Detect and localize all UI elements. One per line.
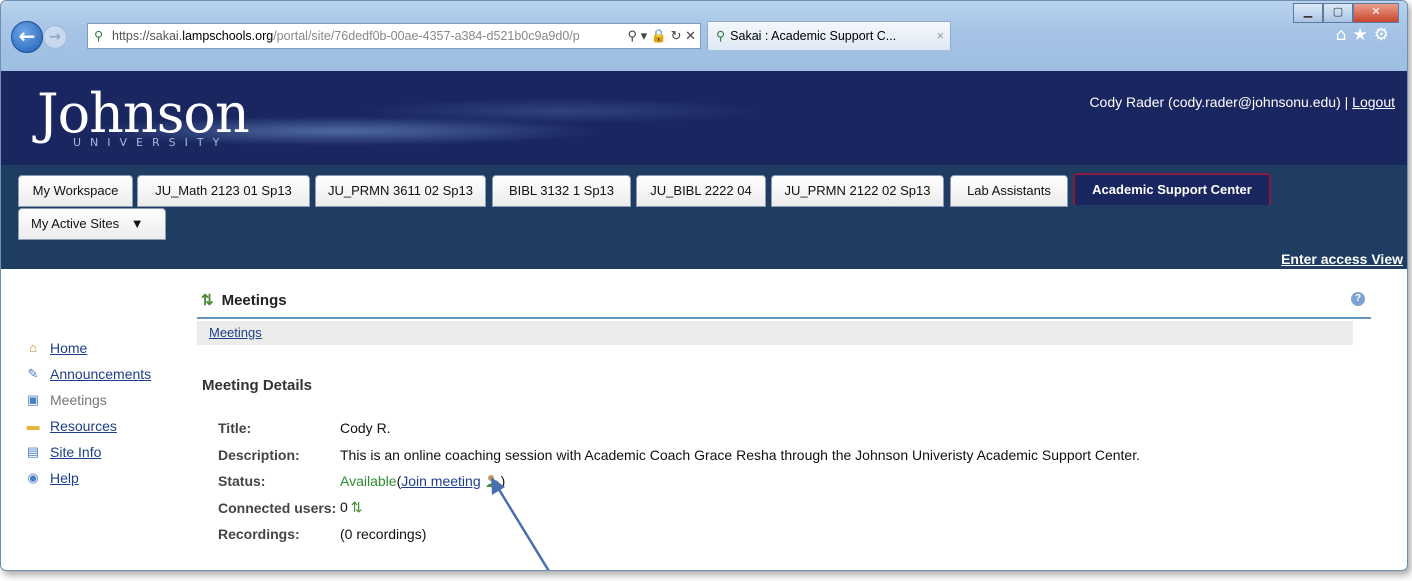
tool-menu: ⌂ Home ✎ Announcements ▣ Meetings ▬ Reso…	[25, 335, 152, 491]
address-tools: ⚲ ▾ 🔒 ↻ ✕	[623, 24, 696, 48]
tool-menu-item-home[interactable]: ⌂ Home	[25, 335, 151, 361]
settings-gear-icon[interactable]: ⚙	[1374, 25, 1395, 45]
browser-chrome: ▁ ▢ ✕ ← → ⚲ https://sakai.lampschools.org…	[1, 1, 1407, 71]
tab-close-icon[interactable]: ×	[937, 22, 944, 50]
close-icon[interactable]: ✕	[1353, 3, 1399, 23]
site-tab-ju-prmn-3611[interactable]: JU_PRMN 3611 02 Sp13	[315, 175, 486, 207]
tool-menu-label-announcements[interactable]: Announcements	[50, 366, 151, 382]
megaphone-icon: ✎	[27, 366, 39, 381]
join-meeting-link[interactable]: Join meeting	[401, 473, 480, 489]
folder-icon: ▬	[26, 418, 40, 433]
detail-row-status: Status: Available(Join meeting)	[218, 468, 1140, 495]
tool-title-bar: ⇅ Meetings ?	[197, 289, 1371, 319]
site-tab-ju-bibl-2222[interactable]: JU_BIBL 2222 04	[636, 175, 766, 207]
detail-row-connected-users: Connected users: 0 ⇅	[218, 495, 1140, 522]
tool-menu-item-resources[interactable]: ▬ Resources	[25, 413, 151, 439]
status-label: Status:	[218, 473, 266, 490]
detail-row-recordings: Recordings: (0 recordings)	[218, 521, 1140, 548]
browser-toolbar-icons: ⌂★⚙	[1336, 25, 1395, 45]
back-button[interactable]: ←	[11, 21, 43, 53]
lock-icon[interactable]: 🔒	[651, 28, 667, 43]
url-path: /portal/site/76dedf0b-00ae-4357-a384-d52…	[273, 29, 580, 43]
tool-title: Meetings	[221, 292, 287, 309]
title-label: Title:	[218, 420, 252, 437]
site-tab-bibl-3132[interactable]: BIBL 3132 1 Sp13	[492, 175, 631, 207]
site-tab-academic-support-center[interactable]: Academic Support Center	[1073, 173, 1271, 205]
title-value: Cody R.	[340, 420, 391, 437]
breadcrumb: Meetings	[197, 321, 1353, 345]
dropdown-icon[interactable]: ▾	[641, 28, 648, 43]
detail-row-title: Title: Cody R.	[218, 415, 1140, 442]
description-label: Description:	[218, 446, 300, 463]
url-prefix: https://sakai.	[112, 29, 183, 43]
maximize-icon[interactable]: ▢	[1323, 3, 1353, 23]
johnson-logo-subtitle: UNIVERSITY	[73, 136, 229, 149]
join-user-icon[interactable]	[485, 474, 499, 488]
site-favicon-icon: ⚲	[94, 29, 104, 43]
connected-users-value: 0	[340, 499, 348, 516]
stop-icon[interactable]: ✕	[685, 28, 696, 43]
logout-link[interactable]: Logout	[1352, 94, 1395, 110]
johnson-logo: Johnson	[37, 82, 250, 145]
user-separator: |	[1344, 94, 1349, 110]
address-bar[interactable]: ⚲ https://sakai.lampschools.org/portal/si…	[87, 23, 701, 49]
tool-help-icon[interactable]: ?	[1351, 292, 1365, 306]
tool-menu-label-meetings: Meetings	[50, 392, 107, 408]
tool-menu-label-help[interactable]: Help	[50, 470, 79, 486]
site-tab-my-workspace[interactable]: My Workspace	[18, 175, 133, 207]
recordings-label: Recordings:	[218, 526, 300, 543]
site-tab-ju-math[interactable]: JU_Math 2123 01 Sp13	[137, 175, 310, 207]
tool-menu-label-resources[interactable]: Resources	[50, 418, 117, 434]
help-icon: ◉	[27, 470, 39, 485]
tool-menu-item-site-info[interactable]: ▤ Site Info	[25, 439, 151, 465]
user-name: Cody Rader (cody.rader@johnsonu.edu)	[1089, 94, 1341, 110]
browser-window: ▁ ▢ ✕ ← → ⚲ https://sakai.lampschools.org…	[0, 0, 1408, 571]
browser-tab[interactable]: ⚲ Sakai : Academic Support C... ×	[707, 21, 951, 50]
status-paren-close: )	[500, 473, 506, 490]
tool-menu-label-site-info[interactable]: Site Info	[50, 444, 101, 460]
user-info: Cody Rader (cody.rader@johnsonu.edu) | L…	[1089, 94, 1395, 110]
tool-menu-label-home[interactable]: Home	[50, 340, 87, 356]
tool-menu-item-announcements[interactable]: ✎ Announcements	[25, 361, 152, 387]
description-value: This is an online coaching session with …	[340, 446, 1140, 463]
search-icon[interactable]: ⚲	[627, 28, 637, 43]
site-tab-lab-assistants[interactable]: Lab Assistants	[950, 175, 1068, 207]
recordings-value: (0 recordings)	[340, 526, 427, 543]
site-info-icon: ▤	[26, 444, 40, 459]
status-value: Available	[340, 473, 397, 490]
tool-menu-item-help[interactable]: ◉ Help	[25, 465, 151, 491]
refresh-users-icon[interactable]: ⇅	[351, 499, 363, 515]
favorites-star-icon[interactable]: ★	[1353, 25, 1374, 45]
enter-access-view-link[interactable]: Enter access View	[1281, 251, 1403, 267]
tab-favicon-icon: ⚲	[716, 29, 726, 43]
forward-button[interactable]: →	[43, 25, 67, 49]
minimize-icon[interactable]: ▁	[1293, 3, 1323, 23]
my-active-sites-label: My Active Sites	[31, 216, 120, 231]
reload-tool-icon[interactable]: ⇅	[201, 292, 214, 309]
meeting-details: Title: Cody R. Description: This is an o…	[218, 415, 1140, 548]
site-tab-ju-prmn-2122[interactable]: JU_PRMN 2122 02 Sp13	[771, 175, 944, 207]
home-icon[interactable]: ⌂	[1336, 25, 1353, 45]
my-active-sites-dropdown[interactable]: My Active Sites ▼	[18, 208, 166, 240]
window-controls: ▁ ▢ ✕	[1293, 3, 1399, 23]
detail-row-description: Description: This is an online coaching …	[218, 442, 1140, 469]
meeting-details-heading: Meeting Details	[202, 377, 313, 394]
house-icon: ⌂	[29, 340, 37, 355]
chevron-down-icon: ▼	[130, 216, 144, 231]
tool-menu-item-meetings: ▣ Meetings	[25, 387, 151, 413]
url-domain: lampschools.org	[182, 29, 274, 43]
meeting-icon: ▣	[26, 392, 40, 407]
breadcrumb-meetings-link[interactable]: Meetings	[209, 325, 262, 340]
connected-users-label: Connected users:	[218, 499, 337, 516]
tab-title: Sakai : Academic Support C...	[730, 29, 897, 43]
refresh-icon[interactable]: ↻	[671, 28, 682, 43]
